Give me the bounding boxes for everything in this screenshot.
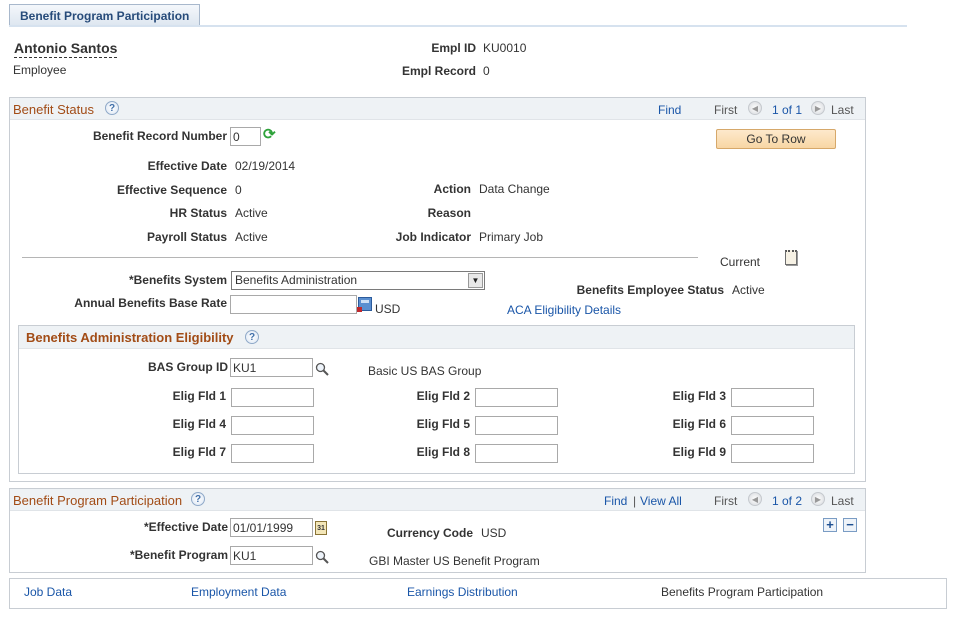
effective-sequence-value: 0 bbox=[235, 183, 242, 197]
employment-data-link[interactable]: Employment Data bbox=[191, 585, 286, 599]
program-title: Benefit Program Participation bbox=[13, 493, 183, 508]
help-icon[interactable]: ? bbox=[191, 492, 205, 506]
current-label: Current bbox=[720, 255, 761, 269]
effective-sequence-label: Effective Sequence bbox=[116, 183, 227, 197]
bas-group-input[interactable] bbox=[230, 358, 313, 377]
empl-record-label: Empl Record bbox=[401, 64, 476, 78]
elig-field-input[interactable] bbox=[731, 444, 814, 463]
calendar-icon[interactable]: 31 bbox=[315, 521, 327, 535]
elig-field-input[interactable] bbox=[475, 416, 558, 435]
elig-field-input[interactable] bbox=[231, 444, 314, 463]
benefits-system-value: Benefits Administration bbox=[235, 273, 358, 287]
hr-status-label: HR Status bbox=[169, 206, 227, 220]
elig-field-label: Elig Fld 9 bbox=[672, 445, 726, 459]
program-header: Benefit Program Participation ? Find | V… bbox=[10, 489, 865, 511]
effective-date-label: Effective Date bbox=[147, 159, 227, 173]
bas-group-description: Basic US BAS Group bbox=[368, 364, 482, 378]
elig-field-input[interactable] bbox=[731, 416, 814, 435]
currency-code-label: Currency Code bbox=[386, 526, 473, 540]
annual-rate-input[interactable] bbox=[230, 295, 357, 314]
elig-field-label: Elig Fld 6 bbox=[672, 417, 726, 431]
elig-field-input[interactable] bbox=[475, 444, 558, 463]
calculator-icon[interactable] bbox=[357, 297, 372, 312]
job-indicator-label: Job Indicator bbox=[395, 230, 471, 244]
elig-field-label: Elig Fld 1 bbox=[172, 389, 226, 403]
eligibility-title: Benefits Administration Eligibility bbox=[26, 330, 234, 345]
elig-field-label: Elig Fld 2 bbox=[416, 389, 470, 403]
benefit-program-input[interactable] bbox=[230, 546, 313, 565]
next-row-icon[interactable]: ▶ bbox=[811, 101, 825, 115]
employee-name[interactable]: Antonio Santos bbox=[14, 40, 118, 58]
next-row-icon[interactable]: ▶ bbox=[811, 492, 825, 506]
benefits-system-label: *Benefits System bbox=[128, 273, 227, 287]
action-value: Data Change bbox=[479, 182, 550, 196]
benefits-employee-status-label: Benefits Employee Status bbox=[576, 283, 724, 297]
reason-label: Reason bbox=[427, 206, 471, 220]
elig-field-input[interactable] bbox=[231, 388, 314, 407]
benefit-status-title: Benefit Status bbox=[13, 102, 94, 117]
page-tab[interactable]: Benefit Program Participation bbox=[9, 4, 201, 26]
notepad-icon[interactable] bbox=[785, 250, 797, 265]
elig-field-input[interactable] bbox=[731, 388, 814, 407]
last-label: Last bbox=[831, 103, 854, 117]
hr-status-value: Active bbox=[235, 206, 268, 220]
remove-row-button[interactable]: − bbox=[843, 518, 857, 532]
benefit-record-number-input[interactable] bbox=[230, 127, 261, 146]
search-icon[interactable] bbox=[315, 550, 329, 564]
empl-id-label: Empl ID bbox=[431, 41, 476, 55]
currency-code-value: USD bbox=[481, 526, 507, 540]
refresh-icon[interactable]: ⟳ bbox=[263, 125, 276, 143]
aca-eligibility-link[interactable]: ACA Eligibility Details bbox=[507, 303, 621, 317]
help-icon[interactable]: ? bbox=[105, 101, 119, 115]
tab-underline bbox=[9, 25, 907, 27]
elig-field-label: Elig Fld 3 bbox=[672, 389, 726, 403]
empl-id-value: KU0010 bbox=[483, 41, 527, 55]
benefits-system-select[interactable]: Benefits Administration ▼ bbox=[231, 271, 485, 290]
job-indicator-value: Primary Job bbox=[479, 230, 544, 244]
elig-field-input[interactable] bbox=[475, 388, 558, 407]
first-label: First bbox=[714, 494, 738, 508]
find-link[interactable]: Find bbox=[658, 103, 681, 117]
employee-role: Employee bbox=[13, 63, 67, 77]
chevron-down-icon[interactable]: ▼ bbox=[468, 273, 483, 288]
add-row-button[interactable]: + bbox=[823, 518, 837, 532]
benefit-program-description: GBI Master US Benefit Program bbox=[369, 554, 540, 568]
last-label: Last bbox=[831, 494, 854, 508]
program-effective-date-label: *Effective Date bbox=[143, 520, 228, 534]
action-label: Action bbox=[433, 182, 471, 196]
annual-rate-currency: USD bbox=[375, 302, 401, 316]
elig-field-input[interactable] bbox=[231, 416, 314, 435]
current-page-label: Benefits Program Participation bbox=[661, 585, 824, 599]
section-divider bbox=[22, 257, 698, 258]
pager-text: 1 of 2 bbox=[772, 494, 803, 508]
pager-text: 1 of 1 bbox=[772, 103, 803, 117]
benefit-record-number-label: Benefit Record Number bbox=[92, 129, 227, 143]
empl-record-value: 0 bbox=[483, 64, 490, 78]
previous-row-icon[interactable]: ◀ bbox=[748, 101, 762, 115]
first-label: First bbox=[714, 103, 738, 117]
annual-rate-label: Annual Benefits Base Rate bbox=[74, 296, 227, 310]
go-to-row-button[interactable]: Go To Row bbox=[716, 129, 836, 149]
elig-field-label: Elig Fld 8 bbox=[416, 445, 470, 459]
help-icon[interactable]: ? bbox=[245, 330, 259, 344]
elig-field-label: Elig Fld 4 bbox=[172, 417, 226, 431]
benefit-status-header: Benefit Status ? Find First ◀ 1 of 1 ▶ L… bbox=[10, 98, 865, 120]
bas-group-label: BAS Group ID bbox=[148, 360, 228, 374]
view-all-link[interactable]: View All bbox=[640, 494, 682, 508]
benefits-employee-status-value: Active bbox=[732, 283, 765, 297]
previous-row-icon[interactable]: ◀ bbox=[748, 492, 762, 506]
payroll-status-label: Payroll Status bbox=[146, 230, 227, 244]
effective-date-value: 02/19/2014 bbox=[235, 159, 296, 173]
eligibility-header: Benefits Administration Eligibility ? bbox=[19, 326, 854, 349]
program-effective-date-input[interactable] bbox=[230, 518, 313, 537]
elig-field-label: Elig Fld 7 bbox=[172, 445, 226, 459]
elig-field-label: Elig Fld 5 bbox=[416, 417, 470, 431]
benefit-program-label: *Benefit Program bbox=[129, 548, 228, 562]
separator: | bbox=[633, 494, 637, 508]
earnings-distribution-link[interactable]: Earnings Distribution bbox=[407, 585, 518, 599]
find-link[interactable]: Find bbox=[604, 494, 627, 508]
job-data-link[interactable]: Job Data bbox=[24, 585, 72, 599]
payroll-status-value: Active bbox=[235, 230, 268, 244]
search-icon[interactable] bbox=[315, 362, 329, 376]
